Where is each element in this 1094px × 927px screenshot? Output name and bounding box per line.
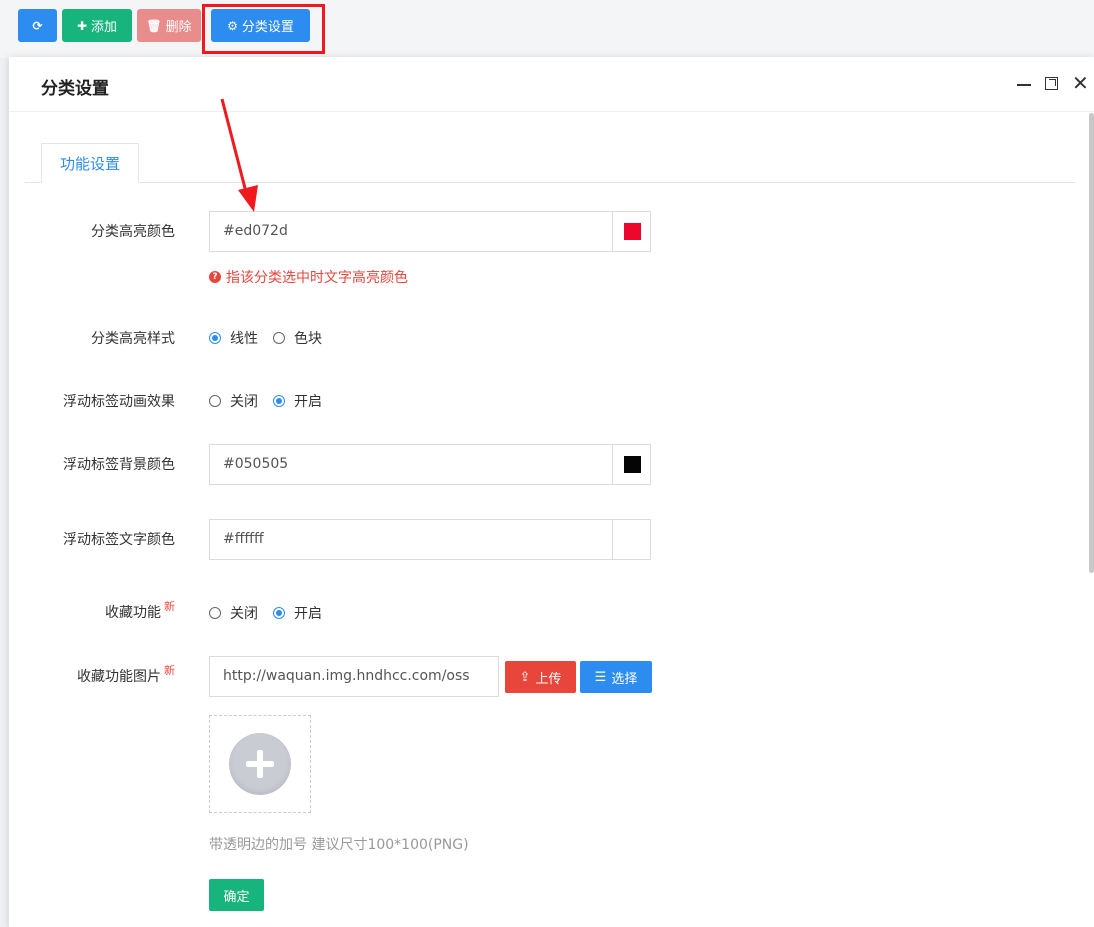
annotation-arrow bbox=[220, 98, 258, 212]
